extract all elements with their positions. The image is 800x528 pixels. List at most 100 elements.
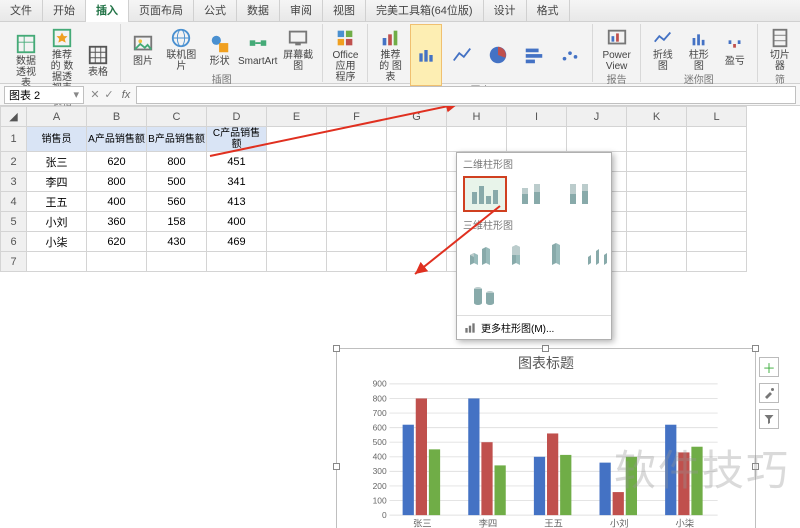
online-picture-button[interactable]: 联机图片 — [163, 24, 200, 75]
cell[interactable] — [27, 252, 87, 272]
cell[interactable] — [327, 152, 387, 172]
cell[interactable]: 158 — [147, 212, 207, 232]
row-header[interactable]: 3 — [1, 172, 27, 192]
3d-column-option[interactable] — [583, 237, 619, 273]
cell[interactable] — [147, 252, 207, 272]
sparkline-line-button[interactable]: 折线图 — [647, 24, 679, 75]
sparkline-winloss-button[interactable]: 盈亏 — [719, 24, 751, 75]
col-header[interactable]: D — [207, 107, 267, 127]
cell[interactable] — [387, 127, 447, 152]
col-header[interactable]: B — [87, 107, 147, 127]
formula-input[interactable] — [136, 86, 796, 104]
cell[interactable]: 800 — [147, 152, 207, 172]
cell[interactable]: 620 — [87, 152, 147, 172]
cell[interactable]: 341 — [207, 172, 267, 192]
cell[interactable] — [687, 232, 747, 252]
100-stacked-column-option[interactable] — [559, 176, 603, 212]
cell[interactable]: 销售员 — [27, 127, 87, 152]
cell[interactable] — [387, 172, 447, 192]
cell[interactable] — [627, 152, 687, 172]
table-button[interactable]: 表格 — [82, 24, 114, 97]
column-chart-dropdown[interactable] — [410, 24, 442, 86]
worksheet-grid[interactable]: ◢ ABCDEFGHIJKL 1销售员A产品销售额B产品销售额C产品销售额 2张… — [0, 106, 800, 528]
cell[interactable] — [627, 192, 687, 212]
chart-plot-area[interactable]: 0100200300400500600700800900张三李四王五小刘小柒 — [367, 377, 727, 528]
tab-toolbox[interactable]: 完美工具箱(64位版) — [366, 0, 484, 22]
col-header[interactable]: F — [327, 107, 387, 127]
tab-insert[interactable]: 插入 — [86, 0, 129, 22]
row-header[interactable]: 4 — [1, 192, 27, 212]
cell[interactable]: 400 — [207, 212, 267, 232]
cell[interactable]: C产品销售额 — [207, 127, 267, 152]
cell[interactable] — [387, 232, 447, 252]
cell[interactable]: 620 — [87, 232, 147, 252]
cell[interactable] — [267, 192, 327, 212]
fx-icon[interactable]: fx — [116, 89, 136, 101]
cell[interactable]: 560 — [147, 192, 207, 212]
col-header[interactable]: A — [27, 107, 87, 127]
embedded-chart[interactable]: 图表标题 0100200300400500600700800900张三李四王五小… — [336, 348, 756, 528]
cell[interactable]: 469 — [207, 232, 267, 252]
col-header[interactable]: C — [147, 107, 207, 127]
cell[interactable] — [447, 127, 507, 152]
tab-data[interactable]: 数据 — [237, 0, 280, 22]
3d-100-stacked-option[interactable] — [543, 237, 579, 273]
3d-clustered-option[interactable] — [463, 237, 499, 273]
tab-view[interactable]: 视图 — [323, 0, 366, 22]
cell[interactable]: 400 — [87, 192, 147, 212]
row-header[interactable]: 7 — [1, 252, 27, 272]
cell[interactable]: B产品销售额 — [147, 127, 207, 152]
clustered-column-option[interactable] — [463, 176, 507, 212]
cell[interactable]: 360 — [87, 212, 147, 232]
cell[interactable] — [567, 127, 627, 152]
cell[interactable]: 413 — [207, 192, 267, 212]
cell[interactable] — [687, 252, 747, 272]
accept-icon[interactable]: ✓ — [102, 88, 116, 101]
cell[interactable] — [267, 152, 327, 172]
cell[interactable] — [687, 212, 747, 232]
stacked-column-option[interactable] — [511, 176, 555, 212]
tab-format[interactable]: 格式 — [527, 0, 570, 22]
cell[interactable] — [387, 252, 447, 272]
cell[interactable] — [327, 252, 387, 272]
cell[interactable]: 李四 — [27, 172, 87, 192]
col-header[interactable]: J — [567, 107, 627, 127]
tab-design[interactable]: 设计 — [484, 0, 527, 22]
cell[interactable] — [627, 172, 687, 192]
tab-formula[interactable]: 公式 — [194, 0, 237, 22]
cell[interactable] — [327, 232, 387, 252]
cell[interactable]: 451 — [207, 152, 267, 172]
cell[interactable]: 小柒 — [27, 232, 87, 252]
col-header[interactable]: E — [267, 107, 327, 127]
cell[interactable] — [387, 192, 447, 212]
col-header[interactable]: L — [687, 107, 747, 127]
cell[interactable] — [687, 172, 747, 192]
rec-chart-button[interactable]: 推荐的 图表 — [374, 24, 406, 86]
row-header[interactable]: 6 — [1, 232, 27, 252]
cell[interactable]: 张三 — [27, 152, 87, 172]
cell[interactable] — [387, 152, 447, 172]
col-header[interactable]: K — [627, 107, 687, 127]
cell[interactable] — [267, 252, 327, 272]
cell[interactable] — [207, 252, 267, 272]
3d-stacked-option[interactable] — [503, 237, 539, 273]
cell[interactable] — [327, 127, 387, 152]
row-header[interactable]: 1 — [1, 127, 27, 152]
cell[interactable] — [267, 127, 327, 152]
power-view-button[interactable]: Power View — [599, 24, 633, 75]
cell[interactable]: 小刘 — [27, 212, 87, 232]
chart-filter-button[interactable] — [759, 409, 779, 429]
cancel-icon[interactable]: ✕ — [88, 88, 102, 101]
more-column-charts[interactable]: 更多柱形图(M)... — [457, 315, 611, 339]
cell[interactable] — [627, 232, 687, 252]
cell[interactable] — [687, 127, 747, 152]
name-box[interactable]: 图表 2▾ — [4, 86, 84, 104]
chart-title[interactable]: 图表标题 — [337, 349, 755, 377]
cell[interactable] — [627, 252, 687, 272]
office-apps-button[interactable]: Office 应用程序 — [329, 24, 361, 86]
cell[interactable] — [387, 212, 447, 232]
chart-elements-button[interactable]: ＋ — [759, 357, 779, 377]
tab-file[interactable]: 文件 — [0, 0, 43, 22]
bar-chart-dropdown[interactable] — [518, 24, 550, 86]
cell[interactable] — [507, 127, 567, 152]
